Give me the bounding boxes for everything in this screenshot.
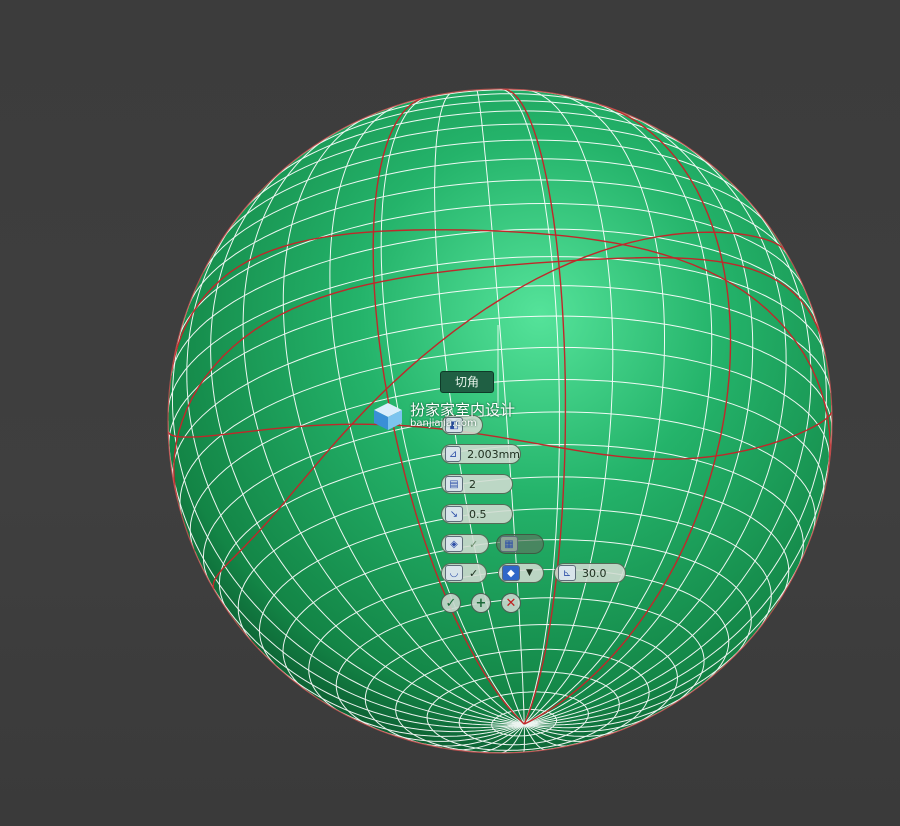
watermark-url: banjiajia.com (410, 418, 477, 429)
smooth-toggle[interactable]: ◈ ✓ (441, 534, 489, 554)
segments-value: 2 (469, 477, 476, 491)
caddy-title: 切角 (440, 371, 494, 393)
tension-icon: ↘ (445, 506, 463, 522)
tension-spinner[interactable]: ↘ 0.5 (441, 504, 513, 524)
threshold-value: 30.0 (582, 566, 607, 580)
tension-value: 0.5 (469, 507, 487, 521)
3d-viewport[interactable]: 切角 ◧ ⊿ 2.003mm ▤ 2 ↘ 0.5 ◈ ✓ ▦ ◡ ✓ ◆ ▼ ⊾… (0, 0, 900, 826)
smooth-icon: ◈ (445, 536, 463, 552)
ok-button[interactable]: ✓ (441, 593, 461, 613)
plus-icon: + (475, 595, 487, 611)
threshold-spinner[interactable]: ⊾ 30.0 (554, 563, 626, 583)
amount-value: 2.003mm (467, 447, 520, 461)
smooth-check-icon: ✓ (469, 537, 479, 551)
logo-cube-icon (374, 403, 402, 430)
segments-icon: ▤ (445, 476, 463, 492)
smooth-options[interactable]: ▦ (496, 534, 544, 554)
material-dropdown[interactable]: ◆ ▼ (498, 563, 544, 583)
shield-icon: ◆ (502, 565, 520, 581)
close-icon: ✕ (505, 595, 517, 611)
segments-spinner[interactable]: ▤ 2 (441, 474, 513, 494)
smooth-options-icon: ▦ (500, 536, 518, 552)
chevron-down-icon: ▼ (526, 568, 533, 578)
open-toggle[interactable]: ◡ ✓ (441, 563, 487, 583)
cancel-button[interactable]: ✕ (501, 593, 521, 613)
amount-spinner[interactable]: ⊿ 2.003mm (441, 444, 521, 464)
threshold-icon: ⊾ (558, 565, 576, 581)
check-icon: ✓ (445, 595, 457, 611)
apply-button[interactable]: + (471, 593, 491, 613)
open-icon: ◡ (445, 565, 463, 581)
amount-icon: ⊿ (445, 446, 462, 462)
watermark-text: 扮家家室内设计 (410, 401, 516, 419)
open-check-icon: ✓ (469, 566, 479, 580)
